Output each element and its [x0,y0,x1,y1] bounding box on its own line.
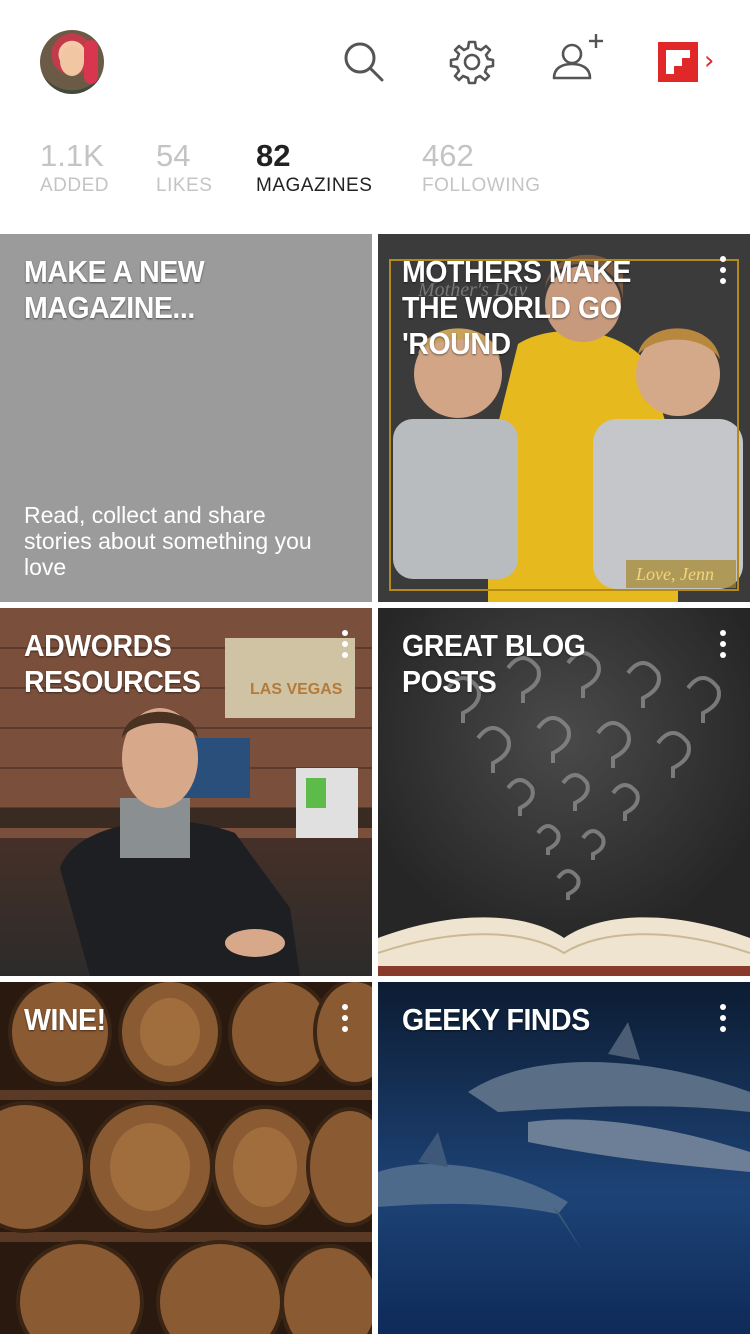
magazine-tile[interactable]: GEEKY FINDS [378,982,750,1334]
avatar-hair [84,40,98,84]
stat-added[interactable]: 1.1K ADDED [40,138,109,198]
logo-part [666,58,674,74]
stat-label: LIKES [156,175,213,196]
stat-value: 462 [422,138,474,173]
new-magazine-tile[interactable]: MAKE A NEW MAGAZINE... Read, collect and… [0,234,372,602]
tile-title: ADWORDS RESOURCES [24,628,201,699]
logo-part [674,58,682,66]
gear-icon[interactable] [444,34,500,90]
stat-label: ADDED [40,175,110,196]
more-options-icon[interactable] [718,1004,728,1038]
stat-value: 82 [256,138,291,173]
stat-value: 54 [156,138,191,173]
logo-part [666,50,690,58]
more-options-icon[interactable] [340,1004,350,1038]
tile-description: Read, collect and share stories about so… [24,502,312,580]
search-icon[interactable] [336,34,392,90]
more-options-icon[interactable] [340,630,350,664]
top-bar: › [0,0,750,124]
magazine-grid: MAKE A NEW MAGAZINE... Read, collect and… [0,234,750,1334]
avatar-face [60,46,84,76]
stat-label: MAGAZINES [256,175,373,196]
stat-likes[interactable]: 54 LIKES [156,138,212,198]
stat-following[interactable]: 462 FOLLOWING [422,138,541,198]
tile-title: WINE! [24,1002,106,1037]
stat-label: FOLLOWING [422,175,541,196]
magazine-tile[interactable]: GREAT BLOG POSTS [378,608,750,976]
profile-stats: 1.1K ADDED 54 LIKES 82 MAGAZINES 462 FOL… [0,124,750,234]
stat-magazines[interactable]: 82 MAGAZINES [256,138,372,198]
tile-title: MOTHERS MAKE THE WORLD GO 'ROUND [402,254,631,361]
tile-title: GREAT BLOG POSTS [402,628,586,699]
more-options-icon[interactable] [718,630,728,664]
magazine-tile[interactable]: Mother's Day Love, Jenn MOTHERS MAKE THE… [378,234,750,602]
more-options-icon[interactable] [718,256,728,290]
magazine-tile[interactable]: LAS VEGAS ADWORDS RESOURCES [0,608,372,976]
stat-value: 1.1K [40,138,104,173]
flipboard-logo[interactable] [658,42,698,82]
add-person-icon[interactable] [550,30,606,86]
magazine-tile[interactable]: WINE! [0,982,372,1334]
chevron-right-icon[interactable]: › [704,48,714,74]
tile-title: GEEKY FINDS [402,1002,590,1037]
tile-title: MAKE A NEW MAGAZINE... [24,254,205,325]
avatar[interactable] [40,30,104,94]
caption-text: Love, Jenn [635,564,714,584]
